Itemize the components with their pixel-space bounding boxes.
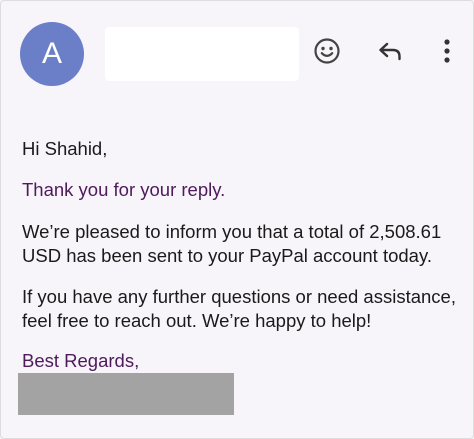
assistance-text-line-1: If you have any further questions or nee… — [22, 286, 456, 307]
reply-button[interactable] — [372, 33, 408, 69]
more-options-button[interactable] — [429, 33, 465, 69]
signature-redacted — [18, 373, 234, 415]
greeting-text: Hi Shahid, — [22, 138, 108, 159]
message-header: A — [1, 1, 474, 101]
sender-avatar[interactable]: A — [20, 22, 84, 86]
payment-text-line-2: USD has been sent to your PayPal account… — [22, 245, 432, 266]
emoji-smile-icon — [314, 38, 340, 64]
payment-text-line-1: We’re pleased to inform you that a total… — [22, 221, 442, 242]
signoff-text: Best Regards, — [22, 350, 140, 371]
thanks-text: Thank you for your reply. — [22, 179, 226, 200]
email-view: A Hi Shahid, Thank you for your reply. W… — [0, 0, 474, 439]
sender-name-redacted — [105, 27, 299, 81]
reply-arrow-icon — [379, 42, 401, 61]
more-vertical-icon — [444, 39, 450, 63]
assistance-text-line-2: feel free to reach out. We’re happy to h… — [22, 310, 372, 331]
add-reaction-button[interactable] — [309, 33, 345, 69]
